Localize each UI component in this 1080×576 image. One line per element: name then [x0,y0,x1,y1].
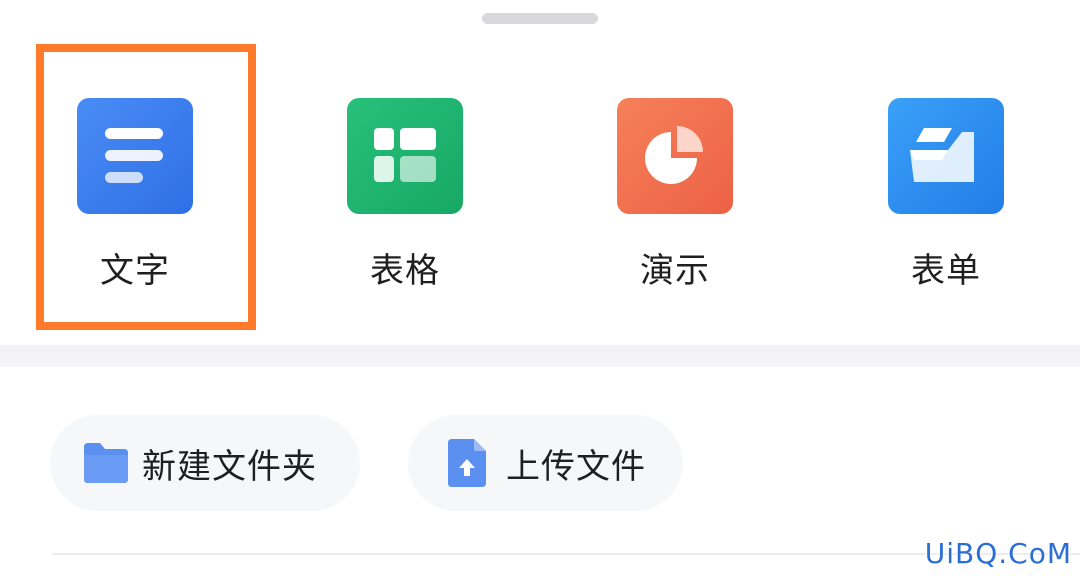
site-watermark: UiBQ.CoM [924,537,1072,570]
new-file-bottom-sheet: 文字 表格 演示 表单 新建文件夹 上传文件 UiBQ.CoM [0,0,1080,576]
folder-icon [82,439,130,487]
create-spreadsheet-label: 表格 [370,251,440,291]
create-form-label: 表单 [911,251,981,291]
create-document-option[interactable]: 文字 [40,58,230,308]
create-presentation-label: 演示 [640,251,710,291]
document-icon [77,98,193,214]
create-document-label: 文字 [100,251,170,291]
upload-file-label: 上传文件 [506,446,646,487]
spreadsheet-icon [347,98,463,214]
new-folder-label: 新建文件夹 [142,446,317,487]
upload-file-button[interactable]: 上传文件 [408,415,683,511]
presentation-pie-icon [617,98,733,214]
section-divider [0,345,1080,367]
form-icon [888,98,1004,214]
new-folder-button[interactable]: 新建文件夹 [50,415,360,511]
create-presentation-option[interactable]: 演示 [580,58,770,308]
sheet-drag-handle[interactable] [482,13,598,24]
create-spreadsheet-option[interactable]: 表格 [310,58,500,308]
upload-file-icon [446,439,494,487]
create-form-option[interactable]: 表单 [851,58,1041,308]
